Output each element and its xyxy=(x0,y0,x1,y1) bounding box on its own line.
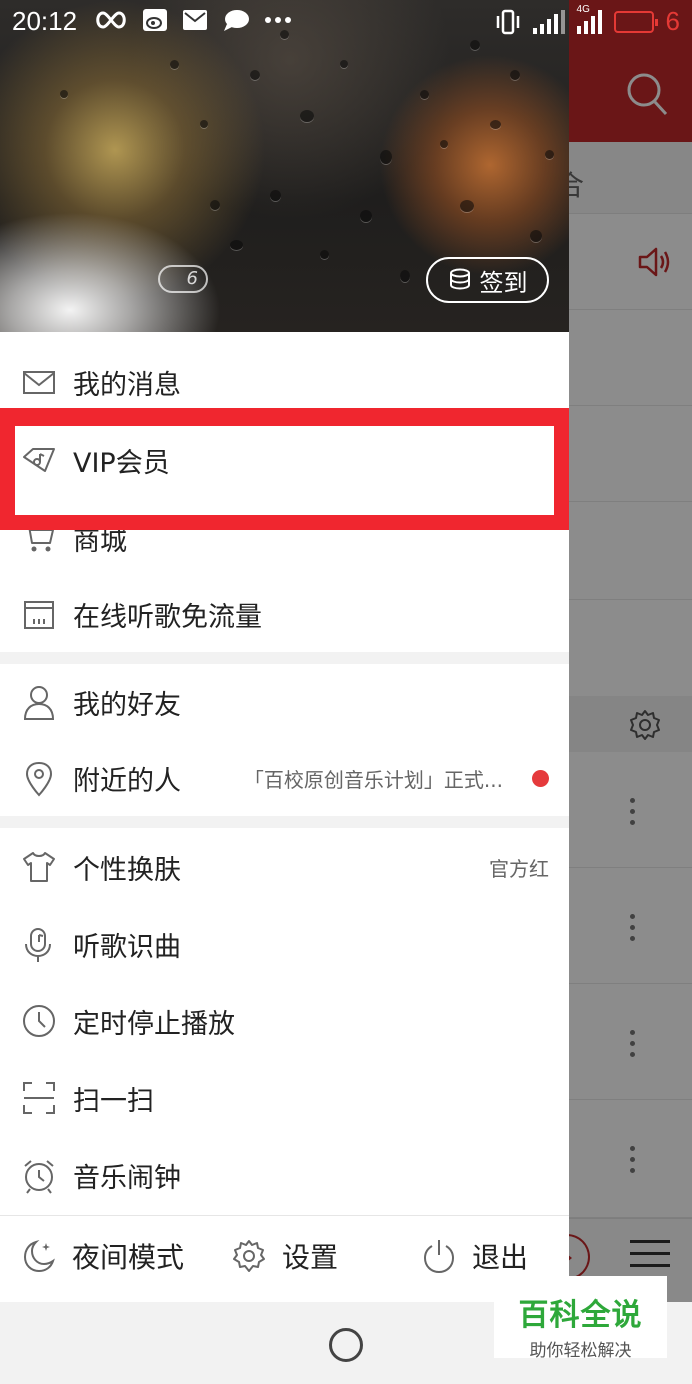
night-mode-button[interactable]: 夜间模式 xyxy=(22,1236,184,1276)
tshirt-icon xyxy=(22,850,56,884)
chat-bubble-icon xyxy=(222,8,250,32)
menu-item-scan[interactable]: 扫一扫 xyxy=(0,1060,569,1136)
infinity-icon xyxy=(94,9,128,31)
menu-item-sleep-timer[interactable]: 定时停止播放 xyxy=(0,983,569,1059)
scan-icon xyxy=(22,1081,56,1115)
vip-diamond-icon xyxy=(22,443,56,477)
power-icon xyxy=(422,1238,456,1274)
moon-icon xyxy=(22,1238,56,1274)
avatar-area[interactable] xyxy=(0,200,240,332)
settings-label: 设置 xyxy=(282,1241,339,1274)
menu-item-label: 音乐闹钟 xyxy=(73,1162,181,1194)
nearby-announcement: 「百校原创音乐计划」正式... xyxy=(243,767,503,792)
battery-icon xyxy=(613,10,658,33)
home-button[interactable] xyxy=(329,1328,363,1362)
watermark-title: 百科全说 xyxy=(518,1298,643,1333)
menu-item-friends[interactable]: 我的好友 xyxy=(0,664,569,740)
menu-item-label: VIP会员 xyxy=(73,447,170,479)
status-bar: 20:12 4G 6 xyxy=(0,0,692,44)
settings-button[interactable]: 设置 xyxy=(232,1236,338,1276)
menu-item-free-data[interactable]: 在线听歌免流量 xyxy=(0,576,569,652)
mail-notification-icon xyxy=(182,9,208,31)
cart-icon xyxy=(22,521,56,555)
menu-item-label: 个性换肤 xyxy=(73,854,181,886)
logout-label: 退出 xyxy=(472,1241,529,1274)
drawer-bottom-bar: 夜间模式 设置 退出 xyxy=(0,1215,569,1302)
vibrate-icon xyxy=(495,9,521,35)
menu-item-label: 商城 xyxy=(73,525,127,557)
notification-dot xyxy=(532,770,549,787)
menu-item-label: 在线听歌免流量 xyxy=(73,601,262,633)
watermark-subtitle: 助你轻松解决 xyxy=(529,1341,632,1361)
menu-item-music-alarm[interactable]: 音乐闹钟 xyxy=(0,1137,569,1213)
alarm-icon xyxy=(22,1158,56,1194)
location-icon xyxy=(22,761,56,797)
menu-divider xyxy=(0,652,569,664)
signin-label: 签到 xyxy=(479,268,528,297)
wifi-signal-icon xyxy=(532,9,565,34)
drawer-header: 6 签到 xyxy=(0,0,569,332)
menu-item-label: 附近的人 xyxy=(73,765,181,797)
mic-note-icon xyxy=(22,927,56,962)
night-mode-label: 夜间模式 xyxy=(72,1241,185,1274)
level-badge: 6 xyxy=(158,265,208,293)
logout-button[interactable]: 退出 xyxy=(422,1236,528,1276)
battery-level: 6 xyxy=(665,6,680,36)
clock-icon xyxy=(22,1004,56,1038)
status-time: 20:12 xyxy=(12,6,78,36)
menu-item-messages[interactable]: 我的消息 xyxy=(0,344,569,420)
menu-item-nearby[interactable]: 附近的人 「百校原创音乐计划」正式... xyxy=(0,740,569,816)
menu-item-song-recognition[interactable]: 听歌识曲 xyxy=(0,906,569,982)
signin-button[interactable]: 签到 xyxy=(426,257,549,303)
more-notifications-icon xyxy=(264,16,292,24)
mail-icon xyxy=(22,365,56,399)
menu-item-vip[interactable]: VIP会员 xyxy=(0,422,569,498)
sim-card-icon xyxy=(22,597,56,631)
watermark-logo: 百科全说 助你轻松解决 xyxy=(494,1276,667,1361)
navigation-drawer: 6 签到 我的消息 VIP会员 商城 在线听歌免流量 我的好友 附近的人 「百校… xyxy=(0,0,569,1302)
menu-item-shop[interactable]: 商城 xyxy=(0,500,569,576)
weibo-icon xyxy=(142,8,168,32)
coin-stack-icon xyxy=(448,268,472,292)
current-skin-value: 官方红 xyxy=(489,856,549,881)
menu-item-label: 我的消息 xyxy=(73,369,181,401)
gear-icon xyxy=(232,1239,266,1273)
menu-item-label: 听歌识曲 xyxy=(73,931,181,963)
menu-item-label: 我的好友 xyxy=(73,689,181,721)
person-icon xyxy=(22,685,56,720)
menu-item-label: 定时停止播放 xyxy=(73,1008,235,1040)
menu-divider xyxy=(0,816,569,828)
menu-item-label: 扫一扫 xyxy=(73,1085,154,1117)
menu-item-skin[interactable]: 个性换肤 官方红 xyxy=(0,829,569,905)
cellular-signal-icon: 4G xyxy=(576,4,602,34)
